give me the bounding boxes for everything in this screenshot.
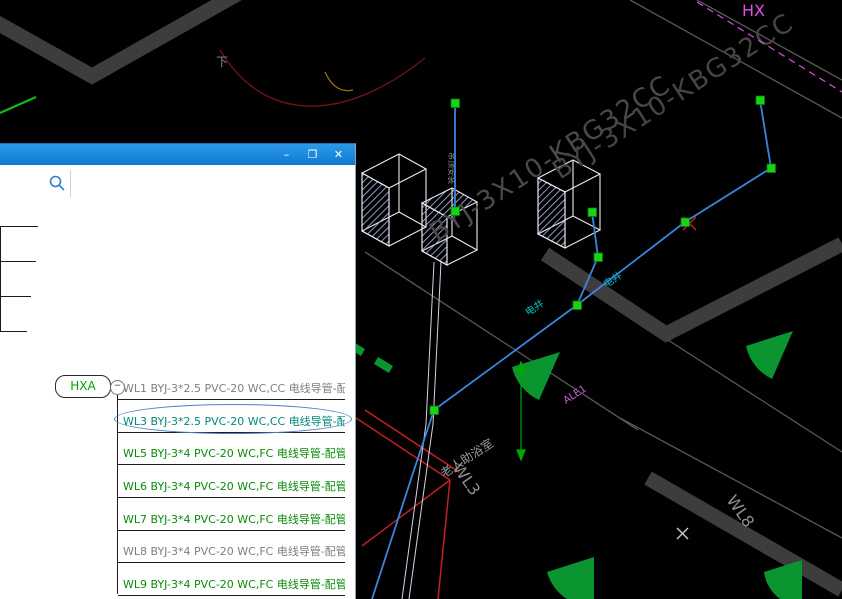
circuit-label[interactable]: WL3 BYJ-3*2.5 PVC-20 WC,CC 电线导管-配管	[118, 415, 345, 428]
search-icon[interactable]	[48, 174, 67, 197]
circuit-label[interactable]: WL7 BYJ-3*4 PVC-20 WC,FC 电线导管-配管 空	[118, 513, 345, 526]
search-bar[interactable]	[0, 165, 355, 203]
circuit-row-WL3[interactable]: WL3 BYJ-3*2.5 PVC-20 WC,CC 电线导管-配管	[118, 410, 345, 433]
circuit-label[interactable]: WL6 BYJ-3*4 PVC-20 WC,FC 电线导管-配管 空	[118, 480, 345, 493]
minimize-button[interactable]: –	[275, 147, 298, 163]
circuit-row-WL9[interactable]: WL9 BYJ-3*4 PVC-20 WC,FC 电线导管-配管 空	[118, 573, 345, 596]
maximize-button[interactable]: ❐	[301, 147, 324, 163]
circuit-row-WL8[interactable]: WL8 BYJ-3*4 PVC-20 WC,FC 电线导管-配管 空	[118, 540, 345, 563]
system-diagram-canvas[interactable]: HXA − WL1 BYJ-3*2.5 PVC-20 WC,CC 电线导管-配管…	[0, 202, 355, 599]
circuit-label[interactable]: WL8 BYJ-3*4 PVC-20 WC,FC 电线导管-配管 空	[118, 545, 345, 558]
close-button[interactable]: ✕	[327, 147, 350, 163]
branch-stub	[0, 226, 38, 227]
circuit-label[interactable]: WL5 BYJ-3*4 PVC-20 WC,FC 电线导管-配管 工	[118, 447, 345, 460]
branch-stub	[0, 261, 36, 262]
circuit-row-WL1[interactable]: WL1 BYJ-3*2.5 PVC-20 WC,CC 电线导管-配管	[118, 377, 345, 400]
panel-code-label: HX	[742, 1, 765, 20]
circuit-row-WL5[interactable]: WL5 BYJ-3*4 PVC-20 WC,FC 电线导管-配管 工	[118, 442, 345, 465]
circuit-row-WL6[interactable]: WL6 BYJ-3*4 PVC-20 WC,FC 电线导管-配管 空	[118, 475, 345, 498]
dialog-titlebar[interactable]: – ❐ ✕	[0, 144, 355, 165]
circuit-row-WL7[interactable]: WL7 BYJ-3*4 PVC-20 WC,FC 电线导管-配管 空	[118, 508, 345, 531]
branch-stub	[0, 331, 27, 332]
search-divider	[70, 170, 71, 197]
panel-node-hxa[interactable]: HXA	[55, 375, 111, 398]
system-diagram-dialog: – ❐ ✕ HXA − WL1 BYJ-3*2.5 PVC-20 WC,CC 电…	[0, 143, 356, 599]
diagram-trunk-left	[0, 226, 1, 332]
circuit-label[interactable]: WL1 BYJ-3*2.5 PVC-20 WC,CC 电线导管-配管	[118, 382, 345, 395]
branch-stub	[0, 296, 31, 297]
collapse-toggle[interactable]: −	[110, 380, 125, 395]
down-arrow-label: 下	[216, 55, 228, 69]
circuit-label[interactable]: WL9 BYJ-3*4 PVC-20 WC,FC 电线导管-配管 空	[118, 578, 345, 591]
